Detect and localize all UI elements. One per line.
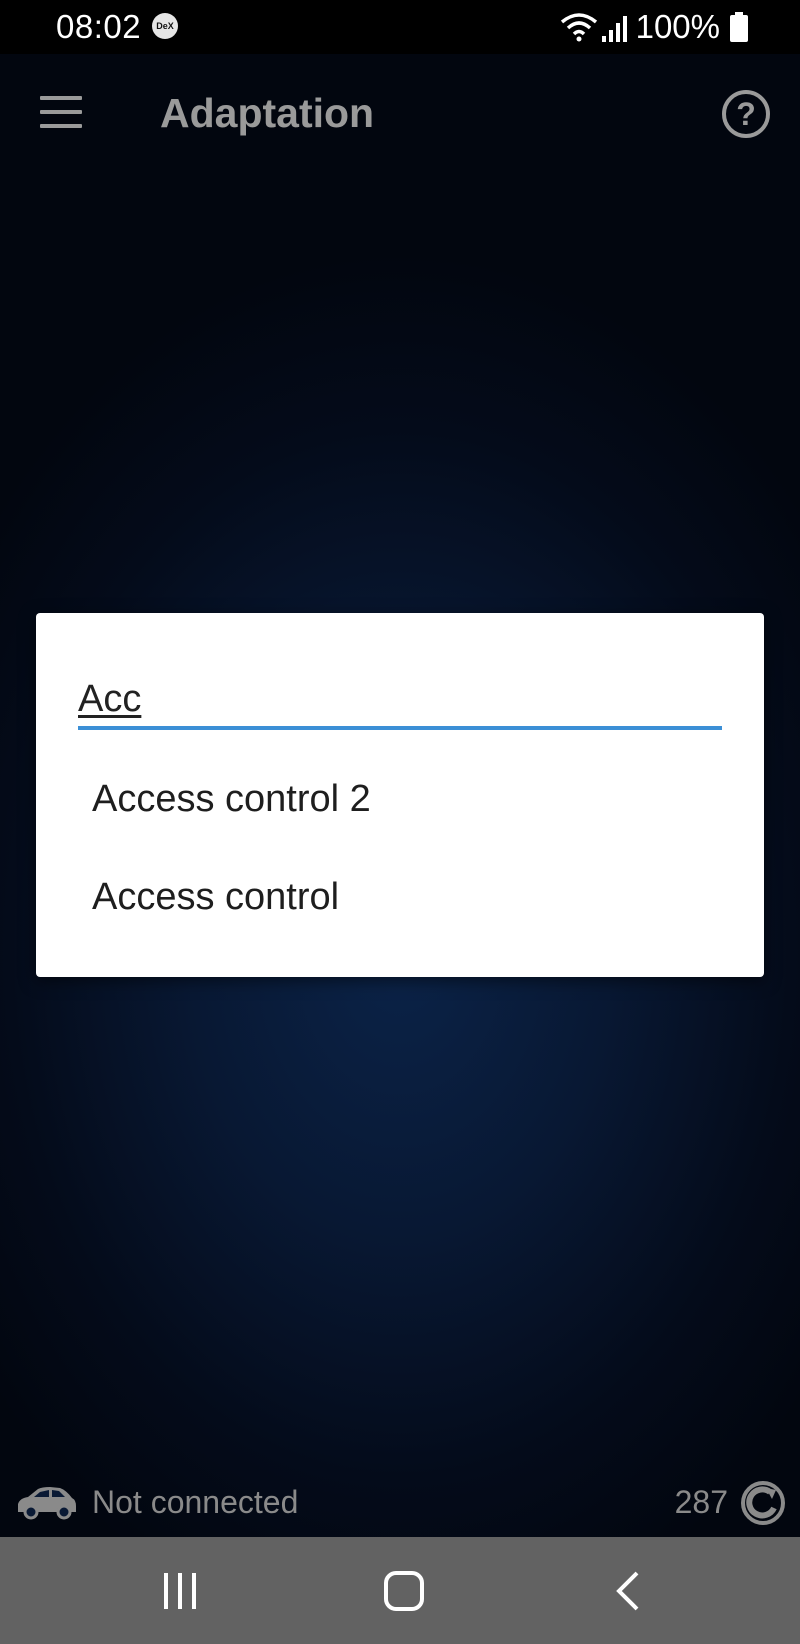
battery-level: 100% <box>635 8 720 45</box>
dex-icon: DeX <box>152 13 178 39</box>
option-access-control-2[interactable]: Access control 2 <box>36 751 764 847</box>
wifi-icon <box>560 13 598 42</box>
refresh-icon[interactable] <box>740 1480 786 1526</box>
car-icon <box>18 1487 76 1520</box>
system-nav-bar <box>0 1537 800 1644</box>
status-bar: 08:02 DeX 100% <box>0 0 800 54</box>
back-icon <box>616 1571 639 1610</box>
count-value: 287 <box>674 1484 728 1520</box>
status-time: 08:02 <box>56 8 142 45</box>
recents-icon <box>164 1572 196 1609</box>
help-icon[interactable]: ? <box>722 90 770 138</box>
search-input[interactable] <box>78 671 722 727</box>
page-title: Adaptation <box>160 90 375 136</box>
nav-home-button[interactable] <box>344 1537 464 1644</box>
battery-icon <box>730 12 748 42</box>
connection-status-text: Not connected <box>92 1484 299 1520</box>
nav-back-button[interactable] <box>568 1537 688 1644</box>
home-icon <box>384 1570 424 1611</box>
nav-recents-button[interactable] <box>120 1537 240 1644</box>
screen: 08:02 DeX 100% Adaptation ? Acc Access c… <box>0 0 800 1644</box>
option-access-control[interactable]: Access control <box>36 849 764 945</box>
signal-icon <box>602 16 627 42</box>
app-bar: Adaptation ? <box>0 54 800 178</box>
search-input-underline <box>78 726 722 730</box>
search-dialog: Access control 2 Access control <box>36 613 764 977</box>
connection-status-bar: Not connected 287 <box>0 1472 800 1534</box>
hamburger-menu-icon[interactable] <box>40 96 84 128</box>
